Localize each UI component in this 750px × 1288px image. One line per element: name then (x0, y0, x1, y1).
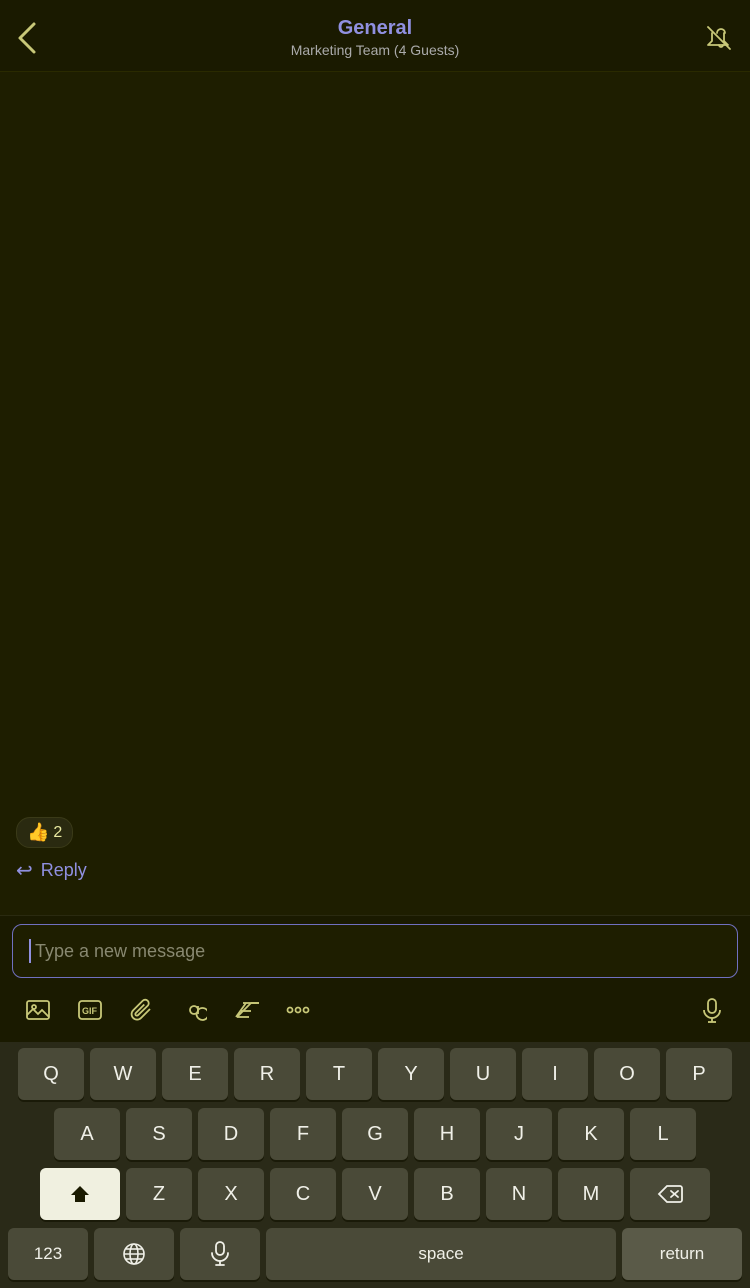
key-v[interactable]: V (342, 1168, 408, 1220)
keyboard-mic-key[interactable] (180, 1228, 260, 1280)
keyboard: Q W E R T Y U I O P A S D F G H J K L Z … (0, 1042, 750, 1288)
key-z[interactable]: Z (126, 1168, 192, 1220)
more-options-icon[interactable] (280, 992, 316, 1028)
message-input-wrapper[interactable]: Type a new message (12, 924, 738, 978)
key-g[interactable]: G (342, 1108, 408, 1160)
mention-icon[interactable] (176, 992, 212, 1028)
input-area: Type a new message GIF (0, 915, 750, 1042)
keyboard-row-3: Z X C V B N M (4, 1168, 746, 1220)
reaction-count: 2 (53, 824, 62, 842)
text-cursor (29, 939, 31, 963)
key-p[interactable]: P (666, 1048, 732, 1100)
toolbar-left: GIF (20, 992, 316, 1028)
back-button[interactable] (16, 20, 60, 56)
text-style-icon[interactable] (228, 992, 264, 1028)
key-y[interactable]: Y (378, 1048, 444, 1100)
key-o[interactable]: O (594, 1048, 660, 1100)
numeric-key[interactable]: 123 (8, 1228, 88, 1280)
return-key[interactable]: return (622, 1228, 742, 1280)
key-j[interactable]: J (486, 1108, 552, 1160)
key-w[interactable]: W (90, 1048, 156, 1100)
key-u[interactable]: U (450, 1048, 516, 1100)
header-center: General Marketing Team (4 Guests) (60, 17, 690, 58)
reaction-badge[interactable]: 👍 2 (16, 817, 73, 848)
key-r[interactable]: R (234, 1048, 300, 1100)
reply-button[interactable]: ↩ Reply (16, 858, 734, 883)
attachment-icon[interactable] (124, 992, 160, 1028)
message-placeholder: Type a new message (35, 941, 205, 962)
gif-icon[interactable]: GIF (72, 992, 108, 1028)
channel-title: General (338, 17, 412, 40)
reaction-emoji: 👍 (27, 822, 49, 843)
key-f[interactable]: F (270, 1108, 336, 1160)
shift-key[interactable] (40, 1168, 120, 1220)
key-m[interactable]: M (558, 1168, 624, 1220)
delete-key[interactable] (630, 1168, 710, 1220)
reply-label: Reply (41, 860, 87, 881)
key-h[interactable]: H (414, 1108, 480, 1160)
mic-icon[interactable] (694, 992, 730, 1028)
svg-text:GIF: GIF (82, 1006, 98, 1016)
message-toolbar: GIF (12, 988, 738, 1034)
mute-button[interactable] (690, 23, 734, 53)
message-reactions: 👍 2 (16, 817, 734, 848)
key-i[interactable]: I (522, 1048, 588, 1100)
key-b[interactable]: B (414, 1168, 480, 1220)
keyboard-bottom-row: 123 space return (4, 1228, 746, 1288)
key-n[interactable]: N (486, 1168, 552, 1220)
space-key[interactable]: space (266, 1228, 616, 1280)
key-e[interactable]: E (162, 1048, 228, 1100)
header: General Marketing Team (4 Guests) (0, 0, 750, 72)
key-d[interactable]: D (198, 1108, 264, 1160)
chat-area: 👍 2 ↩ Reply (0, 72, 750, 915)
globe-key[interactable] (94, 1228, 174, 1280)
image-icon[interactable] (20, 992, 56, 1028)
keyboard-row-1: Q W E R T Y U I O P (4, 1048, 746, 1100)
channel-subtitle: Marketing Team (4 Guests) (291, 42, 460, 58)
key-x[interactable]: X (198, 1168, 264, 1220)
key-c[interactable]: C (270, 1168, 336, 1220)
key-l[interactable]: L (630, 1108, 696, 1160)
keyboard-row-2: A S D F G H J K L (4, 1108, 746, 1160)
reply-arrow-icon: ↩ (16, 858, 33, 883)
key-q[interactable]: Q (18, 1048, 84, 1100)
key-t[interactable]: T (306, 1048, 372, 1100)
key-k[interactable]: K (558, 1108, 624, 1160)
key-a[interactable]: A (54, 1108, 120, 1160)
key-s[interactable]: S (126, 1108, 192, 1160)
